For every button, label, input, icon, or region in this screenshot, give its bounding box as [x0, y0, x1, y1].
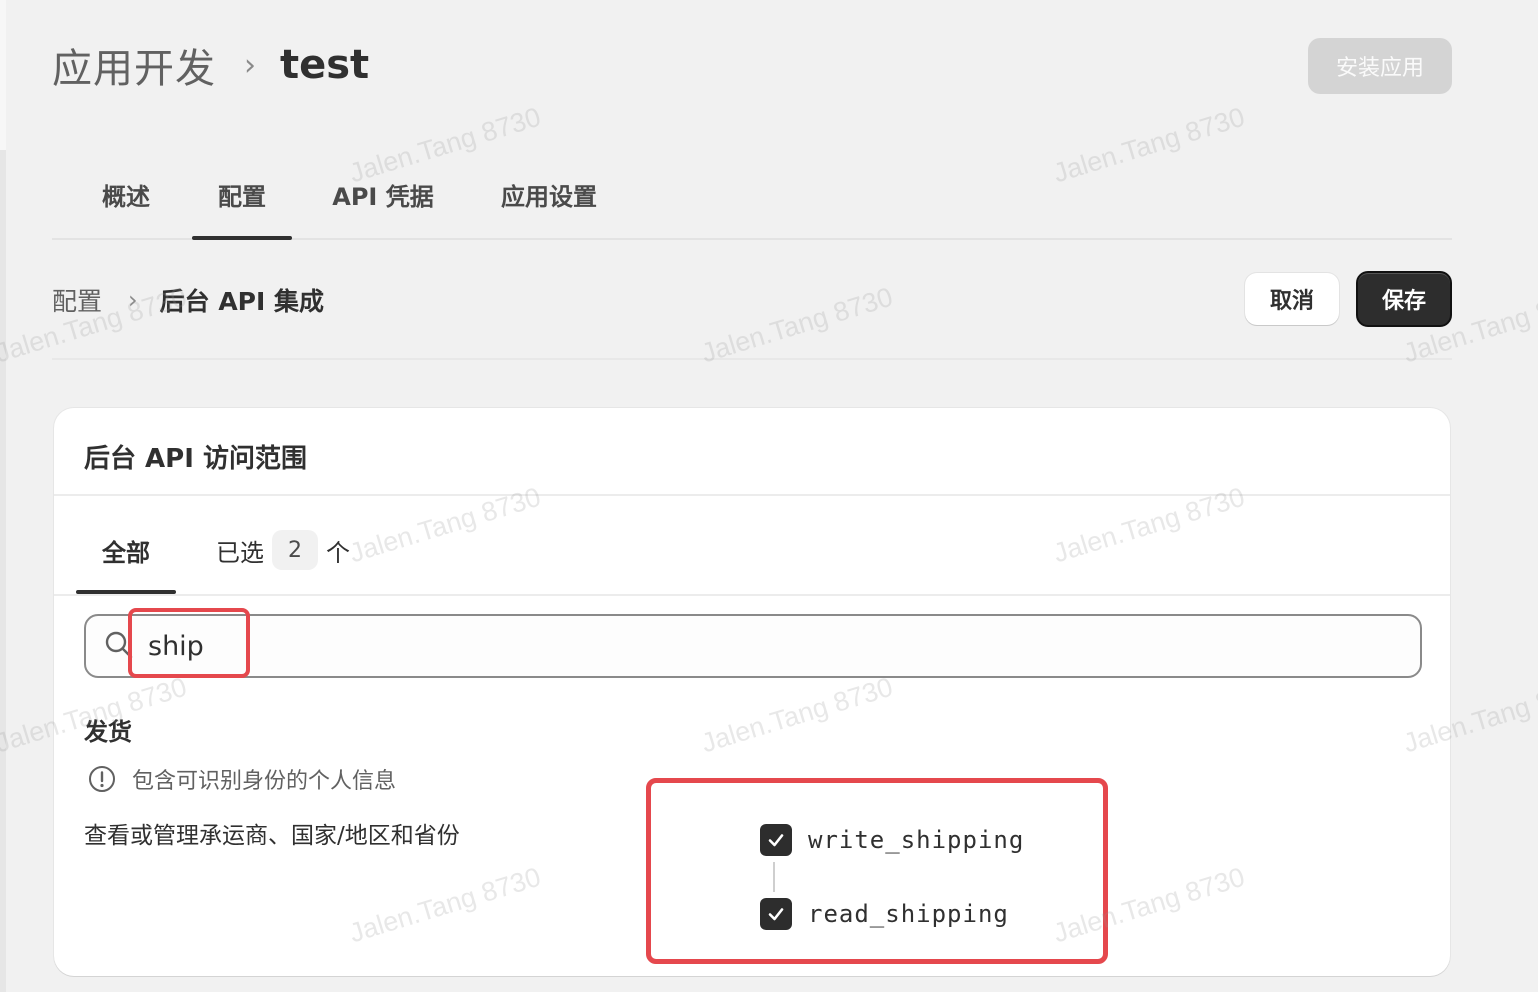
card-title: 后台 API 访问范围 — [84, 444, 307, 474]
pii-notice-text: 包含可识别身份的个人信息 — [132, 769, 397, 794]
install-app-button[interactable]: 安装应用 — [1308, 38, 1452, 94]
filter-tab-selected[interactable]: 已选 2 个 — [216, 510, 350, 590]
tab-configuration[interactable]: 配置 — [192, 150, 292, 240]
page-breadcrumb: 应用开发 › test — [52, 38, 369, 92]
filter-tab-selected-suffix: 个 — [326, 538, 350, 567]
section-title-shipping: 发货 — [84, 718, 132, 746]
selected-count-badge: 2 — [272, 530, 318, 570]
cancel-button[interactable]: 取消 — [1245, 273, 1339, 325]
scope-label: read_shipping — [808, 900, 1009, 928]
tab-api-credentials[interactable]: API 凭据 — [322, 150, 444, 238]
checkmark-icon — [768, 834, 784, 847]
pii-notice: 包含可识别身份的个人信息 — [88, 762, 396, 796]
section-description: 查看或管理承运商、国家/地区和省份 — [84, 823, 460, 849]
checkmark-icon — [768, 908, 784, 921]
chevron-right-icon: › — [128, 286, 138, 314]
scope-read-shipping[interactable]: read_shipping — [760, 896, 1009, 932]
breadcrumb-admin-api-integration: 后台 API 集成 — [159, 287, 325, 316]
scope-connector-line — [773, 862, 775, 892]
filter-tab-all[interactable]: 全部 — [76, 510, 176, 594]
breadcrumb-app-development[interactable]: 应用开发 — [52, 36, 216, 94]
divider — [52, 358, 1452, 360]
breadcrumb-configuration[interactable]: 配置 — [52, 282, 102, 318]
config-breadcrumb: 配置 › 后台 API 集成 — [52, 272, 324, 328]
watermark: Jalen.Tang 8730 — [697, 281, 897, 369]
left-rail-top — [0, 0, 6, 150]
checkbox-checked-icon[interactable] — [760, 824, 792, 856]
divider — [54, 494, 1450, 496]
save-button[interactable]: 保存 — [1356, 271, 1452, 327]
admin-api-scopes-card: 后台 API 访问范围 全部 已选 2 个 发货 包含可识别身份的个人信息 查看… — [54, 408, 1450, 976]
app-tabs: 概述 配置 API 凭据 应用设置 — [52, 150, 1452, 240]
alert-circle-icon — [89, 766, 115, 792]
search-highlight-box — [128, 608, 250, 678]
scope-write-shipping[interactable]: write_shipping — [760, 822, 1024, 858]
divider — [54, 594, 1450, 596]
scope-label: write_shipping — [808, 826, 1025, 854]
filter-tab-selected-prefix: 已选 — [216, 538, 264, 567]
chevron-right-icon: › — [244, 47, 256, 83]
scope-search-box[interactable] — [84, 614, 1422, 678]
scopes-highlight-box — [646, 778, 1108, 964]
checkbox-checked-icon[interactable] — [760, 898, 792, 930]
tab-overview[interactable]: 概述 — [78, 150, 174, 238]
tab-app-settings[interactable]: 应用设置 — [488, 150, 610, 238]
app-name-title: test — [280, 42, 370, 88]
